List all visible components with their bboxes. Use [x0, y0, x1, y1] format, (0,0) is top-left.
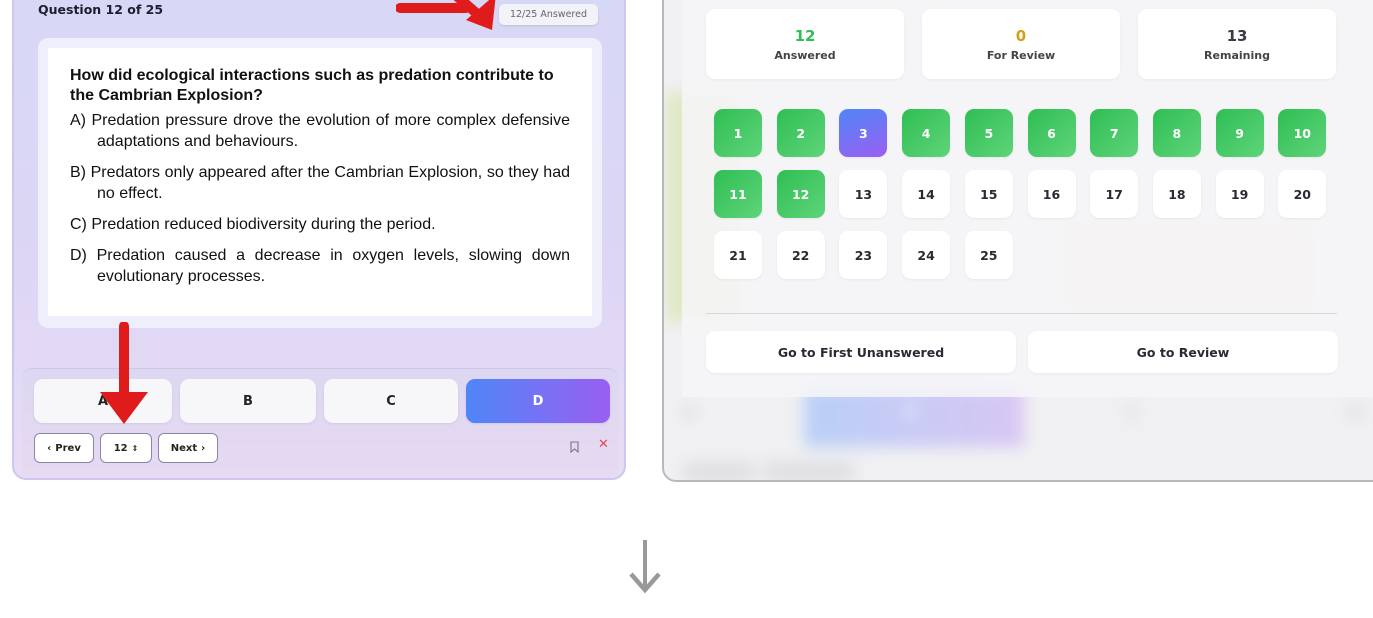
option-b: B) Predators only appeared after the Cam… [70, 164, 570, 202]
question-number-button[interactable]: 25 [964, 231, 1013, 279]
next-button[interactable]: Next › [158, 433, 218, 463]
chevron-right-icon: › [201, 442, 206, 454]
annotation-arrow-down-icon [100, 322, 148, 424]
next-label: Next [170, 442, 198, 454]
bg-letter-b: B [904, 402, 918, 423]
question-number-button[interactable]: 8 [1152, 109, 1201, 157]
stat-review-value: 0 [1015, 27, 1027, 45]
prev-button[interactable]: ‹ Prev [34, 433, 94, 463]
question-counter: Question 12 of 25 [38, 2, 164, 17]
answer-button-b[interactable]: B [180, 379, 316, 423]
option-d: D) Predation caused a decrease in oxygen… [70, 247, 570, 285]
question-number-button[interactable]: 6 [1027, 109, 1076, 157]
question-select[interactable]: 12 ⇕ [100, 433, 152, 463]
bg-letter-c: C [1126, 402, 1140, 423]
bg-letter-a: A [682, 402, 696, 423]
down-arrow-icon [629, 540, 661, 594]
prev-label: Prev [55, 442, 81, 454]
question-number-button[interactable]: 24 [902, 231, 951, 279]
navigator-sheet: 12 Answered 0 For Review 13 Remaining 12… [682, 0, 1373, 397]
stat-answered: 12 Answered [706, 9, 904, 79]
go-to-review-button[interactable]: Go to Review [1028, 331, 1338, 373]
question-number-button[interactable]: 12 [776, 170, 825, 218]
option-c: C) Predation reduced biodiversity during… [70, 216, 436, 233]
divider [706, 313, 1337, 314]
answered-badge[interactable]: 12/25 Answered [498, 4, 598, 25]
question-content: How did ecological interactions such as … [48, 48, 592, 316]
question-number-button[interactable]: 23 [839, 231, 888, 279]
question-number-button[interactable]: 22 [776, 231, 825, 279]
question-number-button[interactable]: 18 [1152, 170, 1201, 218]
answer-button-d[interactable]: D [466, 379, 610, 423]
question-card: How did ecological interactions such as … [38, 38, 602, 328]
question-number-button[interactable]: 14 [902, 170, 951, 218]
question-text: How did ecological interactions such as … [70, 67, 554, 104]
question-number-button[interactable]: 17 [1090, 170, 1139, 218]
go-first-unanswered-button[interactable]: Go to First Unanswered [706, 331, 1016, 373]
question-number-button[interactable]: 21 [714, 231, 762, 279]
question-number-button[interactable]: 19 [1215, 170, 1264, 218]
question-number-button[interactable]: 9 [1215, 109, 1264, 157]
option-a: A) Predation pressure drove the evolutio… [70, 112, 570, 150]
question-number-button[interactable]: 1 [714, 109, 762, 157]
question-number-button[interactable]: 10 [1278, 109, 1327, 157]
question-number-button[interactable]: 4 [902, 109, 951, 157]
question-number-button[interactable]: 2 [776, 109, 825, 157]
stat-remaining-label: Remaining [1204, 49, 1270, 62]
stat-remaining: 13 Remaining [1138, 9, 1336, 79]
stat-remaining-value: 13 [1226, 27, 1248, 45]
question-number-button[interactable]: 15 [964, 170, 1013, 218]
close-icon[interactable]: ✕ [598, 437, 609, 452]
question-select-value: 12 [113, 442, 128, 454]
question-number-button[interactable]: 11 [714, 170, 762, 218]
annotation-arrow-right-icon [396, 0, 496, 30]
bookmark-icon[interactable] [570, 441, 579, 453]
stat-answered-label: Answered [774, 49, 836, 62]
stat-for-review: 0 For Review [922, 9, 1120, 79]
up-down-chevron-icon: ⇕ [131, 443, 139, 453]
question-number-button[interactable]: 13 [839, 170, 888, 218]
chevron-left-icon: ‹ [47, 442, 52, 454]
bg-letter-d: D [1348, 402, 1363, 423]
question-number-button[interactable]: 5 [964, 109, 1013, 157]
question-number-button[interactable]: 3 [839, 109, 888, 157]
answer-button-c[interactable]: C [324, 379, 458, 423]
stat-review-label: For Review [986, 49, 1056, 62]
question-navigator-panel: A B C D 12 Answered 0 For Review 13 Rema… [662, 0, 1373, 482]
question-number-button[interactable]: 20 [1278, 170, 1327, 218]
question-number-button[interactable]: 7 [1090, 109, 1139, 157]
stat-answered-value: 12 [794, 27, 816, 45]
question-number-button[interactable]: 16 [1027, 170, 1076, 218]
